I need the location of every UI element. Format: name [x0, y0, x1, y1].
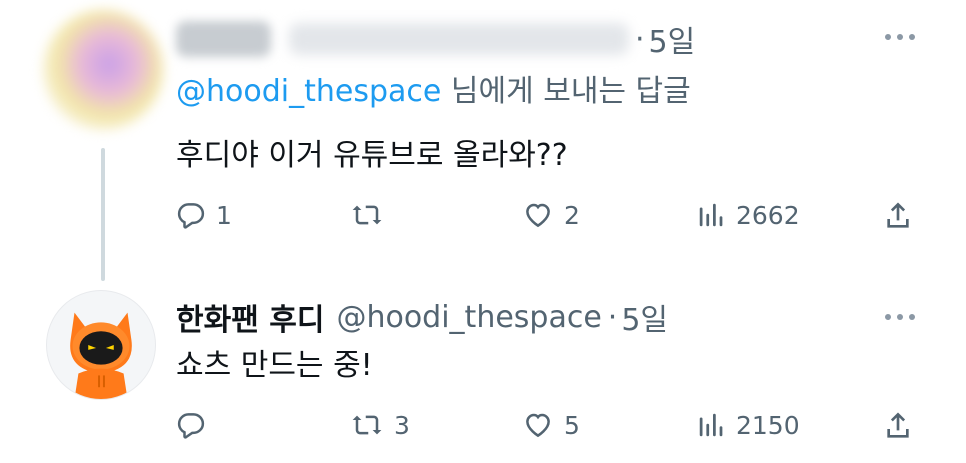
replying-to: @hoodi_thespace 님에게 보내는 답글 — [176, 66, 691, 110]
separator-dot: · — [607, 299, 618, 335]
like-icon — [526, 203, 550, 228]
like-button[interactable]: 2 — [522, 192, 580, 238]
replying-suffix: 님에게 보내는 답글 — [441, 74, 691, 109]
views-button[interactable]: 2662 — [696, 192, 800, 238]
reply-icon — [177, 203, 205, 229]
retweet-icon — [352, 205, 382, 225]
action-bar: 1 2 2662 — [176, 192, 921, 238]
tweet-reply-2[interactable]: 한화팬 후디 @hoodi_thespace · 5일 쇼츠 만드는 중! 3 … — [0, 282, 966, 463]
reply-button[interactable] — [176, 402, 216, 448]
like-icon — [526, 413, 550, 438]
author-handle-redacted[interactable] — [289, 23, 629, 55]
retweet-icon — [352, 415, 382, 435]
mention-link[interactable]: @hoodi_thespace — [176, 74, 441, 109]
avatar[interactable] — [46, 290, 156, 400]
views-icon — [699, 413, 723, 437]
more-icon[interactable] — [885, 34, 915, 40]
like-count: 2 — [564, 200, 580, 230]
views-button[interactable]: 2150 — [696, 402, 800, 448]
views-icon — [699, 203, 723, 227]
tweet-header: 한화팬 후디 @hoodi_thespace · 5일 — [176, 292, 668, 342]
action-bar: 3 5 2150 — [176, 402, 921, 448]
timestamp[interactable]: 5일 — [621, 295, 668, 339]
orange-character-icon — [70, 312, 132, 399]
timestamp[interactable]: 5일 — [649, 17, 696, 61]
tweet-text: 후디야 이거 유튜브로 올라와?? — [176, 138, 568, 173]
author-name[interactable]: 한화팬 후디 — [176, 295, 324, 339]
separator-dot: · — [635, 21, 645, 57]
more-icon[interactable] — [885, 314, 915, 320]
avatar-blurred[interactable] — [43, 10, 163, 130]
views-count: 2150 — [736, 410, 800, 440]
like-button[interactable]: 5 — [522, 402, 580, 448]
share-button[interactable] — [882, 192, 914, 238]
views-count: 2662 — [736, 200, 800, 230]
reply-icon — [177, 413, 205, 439]
reply-button[interactable]: 1 — [176, 192, 232, 238]
share-icon — [887, 202, 909, 228]
retweet-button[interactable] — [350, 192, 394, 238]
like-count: 5 — [564, 410, 580, 440]
retweet-button[interactable]: 3 — [350, 402, 410, 448]
tweet-reply-1[interactable]: · 5일 @hoodi_thespace 님에게 보내는 답글 후디야 이거 유… — [0, 0, 966, 281]
reply-count: 1 — [216, 200, 232, 230]
share-button[interactable] — [882, 402, 914, 448]
thread-line — [101, 148, 105, 281]
retweet-count: 3 — [394, 410, 410, 440]
author-handle[interactable]: @hoodi_thespace — [336, 300, 601, 335]
author-name-redacted[interactable] — [176, 21, 271, 57]
share-icon — [887, 412, 909, 438]
tweet-text: 쇼츠 만드는 중! — [176, 348, 373, 383]
tweet-header: · 5일 — [176, 14, 695, 64]
